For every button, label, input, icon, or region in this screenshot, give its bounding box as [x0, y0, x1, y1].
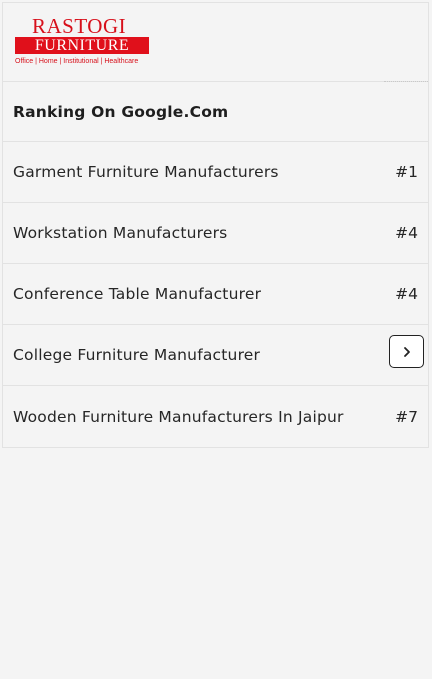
list-item-rank: #4: [395, 285, 418, 303]
divider: [384, 81, 428, 82]
list-item-label: Wooden Furniture Manufacturers In Jaipur: [13, 407, 344, 426]
logo-wordmark-bar: FURNITURE: [15, 37, 149, 54]
list-item-rank: #7: [395, 407, 418, 426]
logo-wordmark-top: RASTOGI: [32, 14, 127, 38]
page-title: Ranking On Google.Com: [13, 102, 229, 121]
list-item[interactable]: Garment Furniture Manufacturers #1: [3, 142, 428, 203]
list-item-label: Garment Furniture Manufacturers: [13, 163, 279, 181]
list-item-label: College Furniture Manufacturer: [13, 346, 261, 364]
list-item[interactable]: Workstation Manufacturers #4: [3, 203, 428, 264]
list-item[interactable]: College Furniture Manufacturer: [3, 325, 428, 386]
rastogi-furniture-logo[interactable]: RASTOGI FURNITURE Office | Home | Instit…: [15, 16, 149, 65]
list-item[interactable]: Wooden Furniture Manufacturers In Jaipur…: [3, 386, 428, 447]
list-item[interactable]: Conference Table Manufacturer #4: [3, 264, 428, 325]
logo-tagline: Office | Home | Institutional | Healthca…: [15, 58, 139, 65]
list-item-rank: #1: [395, 163, 418, 181]
next-button[interactable]: [389, 335, 424, 368]
ranking-card: RASTOGI FURNITURE Office | Home | Instit…: [2, 2, 429, 448]
heading-row: Ranking On Google.Com: [3, 82, 428, 142]
list-item-label: Workstation Manufacturers: [13, 224, 228, 242]
header: RASTOGI FURNITURE Office | Home | Instit…: [3, 3, 428, 82]
list-item-label: Conference Table Manufacturer: [13, 285, 262, 303]
chevron-right-icon: [403, 346, 410, 357]
list-item-rank: #4: [395, 224, 418, 242]
